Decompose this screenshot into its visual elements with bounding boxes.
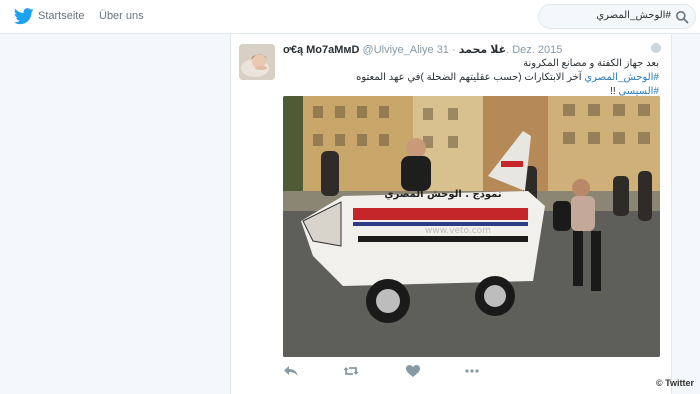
tweet-text-line-1: بعد جهاز الكفتة و مصانع المكرونة [523, 58, 659, 69]
author-handle[interactable]: @Ulviye_Aliye [363, 44, 434, 56]
image-credit: © Twitter [656, 378, 694, 388]
avatar[interactable] [239, 44, 275, 80]
dropdown-caret-icon[interactable] [651, 43, 661, 53]
top-navigation-bar: Startseite Über uns #الوحش_المصري [0, 0, 700, 34]
separator-dot: · [452, 44, 456, 56]
watermark: www.veto.com [425, 226, 491, 236]
tweet-text-segment: آخر الابتكارات (حسب عقليتهم الضحلة )في ع… [356, 72, 585, 83]
search-query: #الوحش_المصري [596, 10, 671, 21]
photo-image: نموذج . الوحش المصري www.veto.com [283, 96, 660, 357]
author-name[interactable]: ơ€ą Mo7aMмD [283, 44, 359, 56]
more-icon[interactable] [464, 364, 480, 378]
reply-icon[interactable] [283, 364, 299, 378]
car-label: نموذج . الوحش المصري [384, 189, 501, 200]
tweet-card[interactable]: ơ€ą Mo7aMмD @Ulviye_Aliye غلا محمد · 31.… [230, 34, 672, 394]
avatar-image [239, 44, 275, 80]
twitter-bird-icon[interactable] [14, 8, 34, 25]
nav-about-link[interactable]: Über uns [99, 10, 144, 22]
tweet-header: ơ€ą Mo7aMмD @Ulviye_Aliye غلا محمد · 31.… [283, 43, 562, 56]
author-name-arabic[interactable]: غلا محمد [459, 44, 506, 56]
nav-home-link[interactable]: Startseite [38, 10, 84, 22]
retweet-icon[interactable] [343, 364, 359, 378]
like-icon[interactable] [405, 364, 421, 378]
hashtag-link[interactable]: #الوحش_المصري [584, 72, 659, 83]
tweet-text-line-2: #الوحش_المصري آخر الابتكارات (حسب عقليته… [279, 71, 659, 85]
left-sidebar [0, 34, 224, 394]
tweet-photo[interactable]: نموذج . الوحش المصري www.veto.com [283, 96, 660, 357]
search-icon[interactable] [675, 10, 689, 24]
search-input[interactable]: #الوحش_المصري [538, 4, 696, 29]
